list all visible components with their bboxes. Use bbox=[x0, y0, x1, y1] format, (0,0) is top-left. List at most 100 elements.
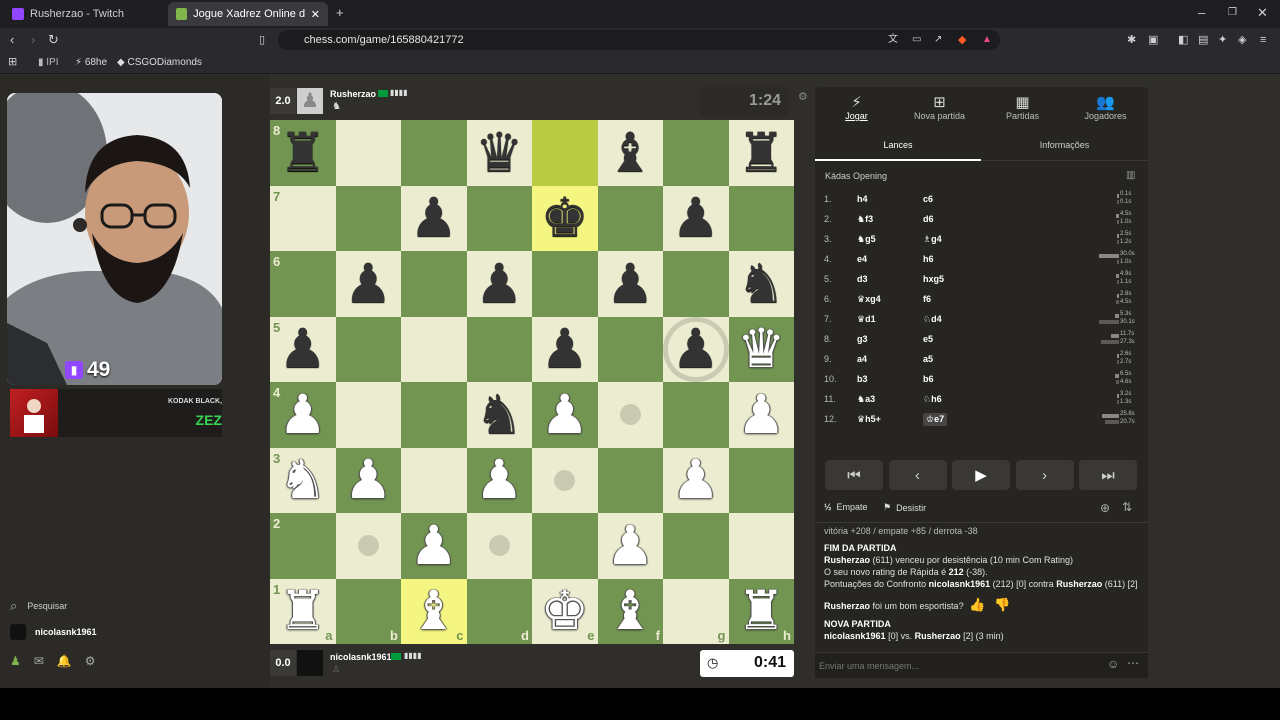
search-nav[interactable]: ⌕ Pesquisar bbox=[10, 598, 67, 614]
black-pawn-piece[interactable]: ♟ bbox=[410, 191, 458, 245]
translate-icon[interactable]: 文 bbox=[888, 28, 898, 52]
white-pawn-piece[interactable]: ♟ bbox=[672, 453, 720, 507]
new-tab-icon[interactable]: + bbox=[336, 1, 344, 25]
square-e1[interactable]: e ♚ bbox=[532, 578, 598, 644]
white-pawn-piece[interactable]: ♟ bbox=[344, 453, 392, 507]
forward-icon[interactable]: › bbox=[31, 28, 35, 52]
square-d8[interactable]: ♛ bbox=[466, 120, 532, 186]
close-tab-icon[interactable]: ✕ bbox=[311, 8, 320, 21]
analysis-icon[interactable]: ⊕ bbox=[1100, 501, 1110, 515]
matchup-player2[interactable]: Rusherzao bbox=[1056, 579, 1102, 589]
white-bishop-piece[interactable]: ♝ bbox=[606, 584, 654, 638]
white-move[interactable]: e4 bbox=[857, 254, 867, 264]
square-g1[interactable]: g bbox=[663, 578, 729, 644]
move-hint-dot[interactable] bbox=[357, 535, 379, 557]
bookmark-csgodiamonds[interactable]: ◆ CSGODiamonds bbox=[117, 57, 202, 68]
more-options-icon[interactable]: ⋯ bbox=[1127, 656, 1139, 670]
black-pawn-piece[interactable]: ♟ bbox=[541, 322, 589, 376]
top-player-name[interactable]: Rusherzao bbox=[330, 89, 376, 99]
square-g7[interactable]: ♟ bbox=[663, 185, 729, 251]
square-f8[interactable]: ♝ bbox=[597, 120, 663, 186]
thumbs-up-icon[interactable]: 👍 bbox=[969, 597, 985, 613]
square-c1[interactable]: c ♝ bbox=[401, 578, 467, 644]
settings-gear-icon[interactable]: ⚙ bbox=[798, 90, 808, 103]
maximize-icon[interactable]: ❐ bbox=[1228, 1, 1237, 25]
white-move[interactable]: ♞a3 bbox=[857, 394, 875, 405]
minimize-icon[interactable]: – bbox=[1198, 1, 1205, 25]
square-a7[interactable]: 7 bbox=[270, 185, 336, 251]
bell-icon[interactable]: 🔔 bbox=[57, 654, 72, 668]
square-h1[interactable]: h ♜ bbox=[728, 578, 794, 644]
black-knight-piece[interactable]: ♞ bbox=[737, 256, 785, 311]
white-move[interactable]: h4 bbox=[857, 194, 868, 204]
square-f2[interactable]: ♟ bbox=[597, 513, 663, 579]
vpn-icon[interactable]: ◈ bbox=[1238, 28, 1246, 52]
resign-button[interactable]: ⚑ Desistir bbox=[883, 502, 926, 513]
black-move[interactable]: ♔e7 bbox=[923, 413, 948, 426]
bottom-player-name[interactable]: nicolasnk1961 bbox=[330, 652, 392, 662]
square-c7[interactable]: ♟ bbox=[401, 185, 467, 251]
square-b5[interactable] bbox=[335, 316, 401, 382]
white-pawn-piece[interactable]: ♟ bbox=[410, 518, 458, 573]
tab-twitch[interactable]: Rusherzao - Twitch bbox=[4, 2, 164, 26]
square-e4[interactable]: ♟ bbox=[532, 382, 598, 448]
square-a3[interactable]: 3 ♞ bbox=[270, 447, 336, 513]
square-d1[interactable]: d bbox=[466, 578, 532, 644]
square-h6[interactable]: ♞ bbox=[728, 251, 794, 317]
square-c3[interactable] bbox=[401, 447, 467, 513]
panel-tab-1[interactable]: ⊞ Nova partida bbox=[898, 87, 981, 131]
chess-board[interactable]: 8 ♜ ♛ ♝ ♜ 7 ♟ ♚ ♟ 6 ♟ ♟ ♟ ♞ 5 ♟ ♟ ♟ ♛ 4 ♟ ♞ ♟ ♟ 3 ♞ ♟ ♟ ♟ 2 ♟ ♟ 1 a ♜ b c ♝ d e… bbox=[270, 120, 794, 644]
black-rook-piece[interactable]: ♜ bbox=[279, 125, 327, 180]
panel-tab-2[interactable]: ▦ Partidas bbox=[981, 87, 1064, 131]
white-pawn-piece[interactable]: ♟ bbox=[737, 387, 785, 442]
square-c6[interactable] bbox=[401, 251, 467, 317]
chat-input[interactable] bbox=[819, 657, 1089, 675]
black-pawn-piece[interactable]: ♟ bbox=[475, 256, 523, 311]
wallet-icon[interactable]: ▤ bbox=[1198, 28, 1208, 52]
nav-button-2[interactable]: ▶ bbox=[952, 460, 1010, 490]
square-e6[interactable] bbox=[532, 251, 598, 317]
square-f5[interactable] bbox=[597, 316, 663, 382]
reload-icon[interactable]: ↻ bbox=[48, 28, 59, 52]
black-pawn-piece[interactable]: ♟ bbox=[279, 322, 327, 376]
square-h5[interactable]: ♛ bbox=[728, 316, 794, 382]
black-queen-piece[interactable]: ♛ bbox=[475, 125, 523, 180]
opening-name[interactable]: Kádas Opening bbox=[825, 171, 887, 181]
black-pawn-piece[interactable]: ♟ bbox=[344, 256, 392, 311]
friends-icon[interactable]: ♟ bbox=[10, 654, 21, 668]
black-move[interactable]: b6 bbox=[923, 374, 934, 384]
white-pawn-piece[interactable]: ♟ bbox=[475, 453, 523, 507]
square-h3[interactable] bbox=[728, 447, 794, 513]
white-queen-piece[interactable]: ♛ bbox=[737, 322, 785, 376]
white-pawn-piece[interactable]: ♟ bbox=[606, 518, 654, 573]
white-move[interactable]: g3 bbox=[857, 334, 868, 344]
menu-icon[interactable]: ≡ bbox=[1260, 28, 1266, 52]
share-icon[interactable]: ↗ bbox=[934, 28, 942, 52]
white-bishop-piece[interactable]: ♝ bbox=[410, 584, 458, 638]
square-a8[interactable]: 8 ♜ bbox=[270, 120, 336, 186]
bottom-player-avatar[interactable] bbox=[297, 650, 323, 676]
black-pawn-piece[interactable]: ♟ bbox=[672, 191, 720, 245]
rewards-icon[interactable]: ▲ bbox=[982, 28, 992, 52]
square-f6[interactable]: ♟ bbox=[597, 251, 663, 317]
bookmark-68he[interactable]: ⚡ 68he bbox=[75, 57, 107, 68]
extensions-icon[interactable]: ✱ bbox=[1127, 28, 1136, 52]
square-c2[interactable]: ♟ bbox=[401, 513, 467, 579]
black-move[interactable]: hxg5 bbox=[923, 274, 944, 284]
white-move[interactable]: a4 bbox=[857, 354, 867, 364]
square-d4[interactable]: ♞ bbox=[466, 382, 532, 448]
panel-tab-0[interactable]: ⚡ Jogar bbox=[815, 87, 898, 131]
square-e5[interactable]: ♟ bbox=[532, 316, 598, 382]
square-f1[interactable]: f ♝ bbox=[597, 578, 663, 644]
move-hint-dot[interactable] bbox=[488, 535, 510, 557]
white-knight-piece[interactable]: ♞ bbox=[279, 453, 327, 507]
book-icon[interactable]: ▥ bbox=[1126, 170, 1135, 181]
black-move[interactable]: h6 bbox=[923, 254, 934, 264]
black-move[interactable]: d6 bbox=[923, 214, 934, 224]
square-f3[interactable] bbox=[597, 447, 663, 513]
square-d7[interactable] bbox=[466, 185, 532, 251]
sportsman-name[interactable]: Rusherzao bbox=[824, 601, 870, 611]
bookmark-icon[interactable]: ▯ bbox=[259, 28, 265, 52]
white-king-piece[interactable]: ♚ bbox=[541, 584, 589, 638]
black-move[interactable]: ♘d4 bbox=[923, 314, 942, 325]
